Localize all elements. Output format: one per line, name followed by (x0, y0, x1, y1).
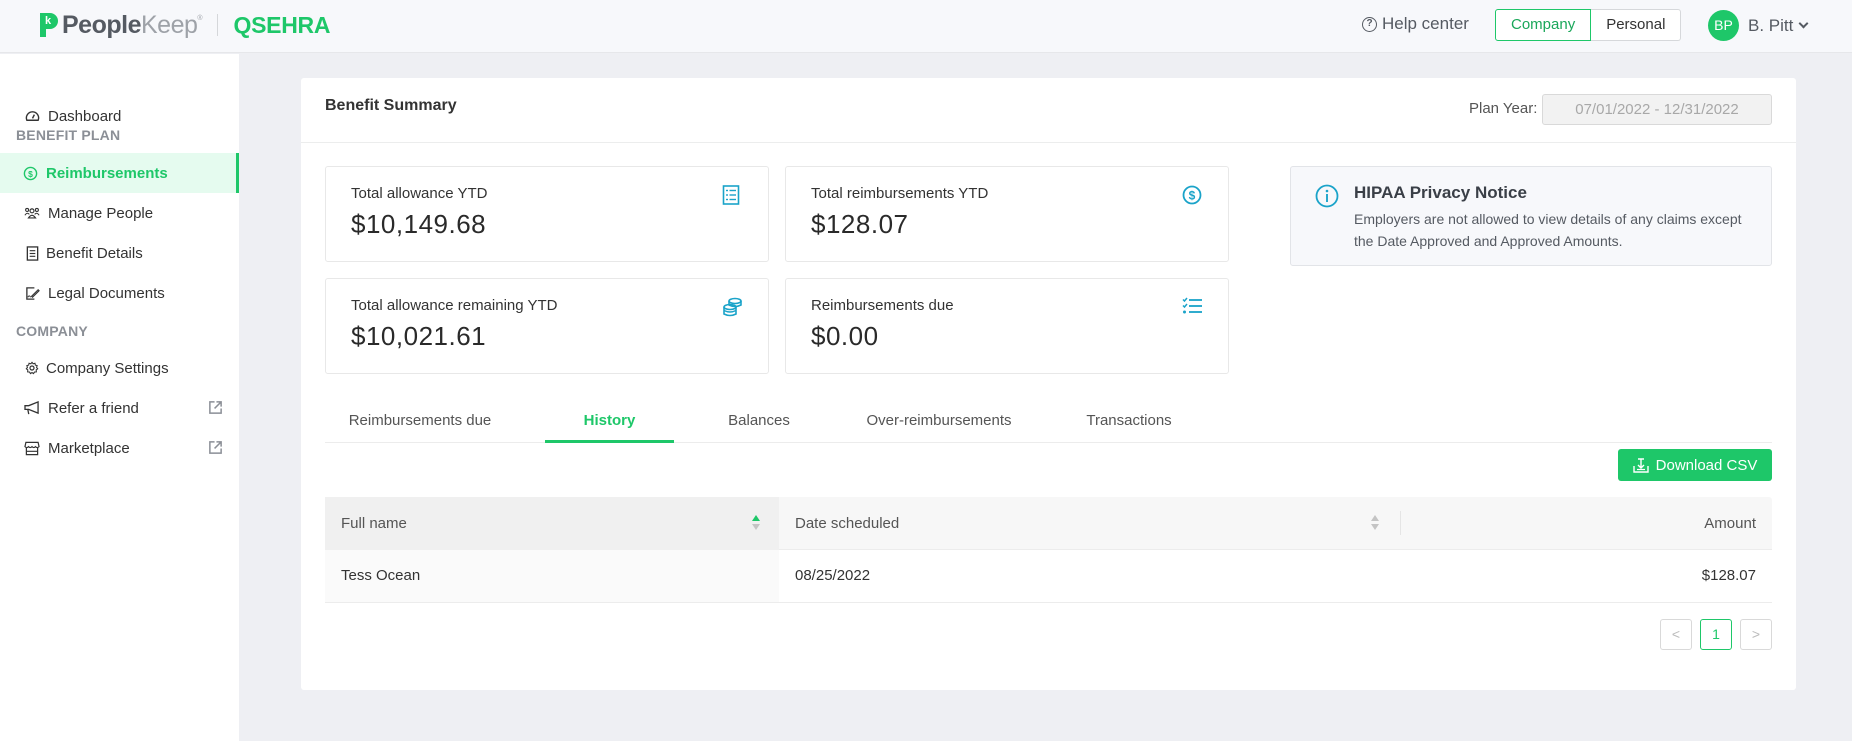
section-label-company: COMPANY (16, 323, 88, 339)
notice-text: Employers are not allowed to view detail… (1354, 211, 1742, 249)
external-link-icon (208, 400, 224, 416)
signed-document-icon (24, 285, 40, 301)
external-link-icon (208, 440, 224, 456)
column-header-date-scheduled[interactable]: Date scheduled (779, 497, 1399, 550)
sidebar-item-legal-documents[interactable]: Legal Documents (0, 273, 239, 313)
store-icon (24, 440, 40, 456)
dashboard-gauge-icon (24, 108, 40, 124)
history-table: Full name Date scheduled Amount Tess Oce… (325, 497, 1772, 603)
product-name: QSEHRA (233, 11, 331, 38)
user-menu[interactable]: BP B. Pitt (1708, 10, 1809, 41)
top-bar: k People Keep ® QSEHRA ? Help center Com… (0, 0, 1852, 53)
task-list-icon (1182, 297, 1202, 317)
page-1-button[interactable]: 1 (1700, 619, 1732, 650)
tab-bar: Reimbursements due History Balances Over… (325, 403, 1772, 443)
table-header: Full name Date scheduled Amount (325, 497, 1772, 550)
download-csv-button[interactable]: Download CSV (1618, 449, 1772, 481)
stat-value: $0.00 (811, 321, 879, 351)
prev-page-button[interactable]: < (1660, 619, 1692, 650)
help-center-label: Help center (1382, 14, 1469, 33)
stat-label: Total allowance YTD (351, 185, 488, 202)
checklist-document-icon (722, 185, 742, 205)
plan-year-select[interactable]: 07/01/2022 - 12/31/2022 (1542, 94, 1772, 125)
sidebar-item-reimbursements[interactable]: $ Reimbursements (0, 153, 239, 193)
sidebar-item-refer-a-friend[interactable]: Refer a friend (0, 388, 239, 428)
checklist-document-icon (24, 245, 40, 261)
dollar-circle-icon: $ (22, 165, 38, 181)
stat-label: Total allowance remaining YTD (351, 297, 558, 314)
cell-date-scheduled: 08/25/2022 (795, 567, 871, 584)
logo-text-people: People (62, 10, 141, 39)
mode-company-button[interactable]: Company (1495, 9, 1592, 41)
sort-icon[interactable] (1371, 515, 1380, 531)
stat-label: Total reimbursements YTD (811, 185, 989, 202)
registered-mark: ® (197, 15, 203, 22)
notice-title: HIPAA Privacy Notice (1354, 183, 1527, 202)
logo-text-keep: Keep (140, 10, 198, 39)
info-circle-icon (1315, 184, 1339, 208)
avatar: BP (1708, 10, 1739, 41)
sidebar-item-label: Manage People (48, 204, 154, 222)
cell-amount: $128.07 (1701, 567, 1756, 584)
sidebar-item-benefit-details[interactable]: Benefit Details (0, 233, 239, 273)
sidebar-item-label: Dashboard (48, 107, 122, 125)
table-row[interactable]: Tess Ocean 08/25/2022 $128.07 (325, 550, 1772, 603)
column-header-amount: Amount (1704, 515, 1756, 532)
download-icon (1632, 457, 1649, 473)
stat-reimbursements-due: Reimbursements due $0.00 (785, 278, 1229, 374)
stat-value: $10,021.61 (351, 321, 487, 351)
dollar-circle-icon: $ (1182, 185, 1202, 205)
tab-transactions[interactable]: Transactions (1069, 403, 1189, 443)
tab-over-reimbursements[interactable]: Over-reimbursements (844, 403, 1034, 443)
cell-full-name: Tess Ocean (325, 550, 779, 602)
megaphone-icon (24, 400, 40, 416)
tab-balances[interactable]: Balances (709, 403, 809, 443)
chevron-down-icon (1798, 18, 1809, 29)
question-circle-icon: ? (1362, 16, 1377, 32)
help-center-link[interactable]: ? Help center (1362, 14, 1469, 34)
page-title: Benefit Summary (325, 97, 457, 114)
gear-icon (24, 360, 40, 376)
stat-value: $128.07 (811, 209, 909, 239)
svg-text:$: $ (1189, 189, 1196, 203)
tab-reimbursements-due[interactable]: Reimbursements due (341, 403, 499, 443)
column-header-full-name[interactable]: Full name (325, 497, 779, 550)
stat-value: $10,149.68 (351, 209, 487, 239)
svg-text:$: $ (28, 168, 33, 178)
sidebar: Dashboard BENEFIT PLAN $ Reimbursements … (0, 54, 239, 741)
column-divider (1400, 511, 1401, 535)
sidebar-item-label: Marketplace (48, 439, 130, 457)
sidebar-item-label: Benefit Details (46, 244, 143, 262)
coins-stack-icon (722, 297, 742, 317)
logo-divider (216, 14, 218, 36)
mode-switch: Company Personal (1495, 9, 1682, 41)
sidebar-item-label: Refer a friend (48, 399, 139, 417)
sidebar-item-marketplace[interactable]: Marketplace (0, 428, 239, 468)
section-label-benefit-plan: BENEFIT PLAN (16, 127, 121, 143)
stat-label: Reimbursements due (811, 297, 954, 314)
mode-personal-button[interactable]: Personal (1591, 9, 1682, 41)
benefit-summary-card: Benefit Summary Plan Year: 07/01/2022 - … (301, 78, 1796, 690)
stat-total-reimbursements: Total reimbursements YTD $128.07 $ (785, 166, 1229, 262)
sidebar-item-manage-people[interactable]: Manage People (0, 193, 239, 233)
sort-ascending-icon[interactable] (752, 515, 761, 531)
card-header: Benefit Summary Plan Year: 07/01/2022 - … (301, 78, 1796, 143)
sidebar-item-company-settings[interactable]: Company Settings (0, 348, 239, 388)
stat-allowance-remaining: Total allowance remaining YTD $10,021.61 (325, 278, 769, 374)
user-name: B. Pitt (1748, 15, 1794, 35)
download-csv-label: Download CSV (1655, 456, 1758, 474)
sidebar-item-label: Legal Documents (48, 284, 165, 302)
stat-total-allowance: Total allowance YTD $10,149.68 (325, 166, 769, 262)
sidebar-item-label: Company Settings (46, 359, 169, 377)
sidebar-item-label: Reimbursements (46, 164, 168, 182)
logo-mark-icon: k (40, 13, 58, 37)
hipaa-notice: HIPAA Privacy Notice Employers are not a… (1290, 166, 1772, 266)
plan-year-label: Plan Year: (1469, 100, 1538, 117)
next-page-button[interactable]: > (1740, 619, 1772, 650)
tab-history[interactable]: History (545, 403, 674, 443)
peoplekeep-logo[interactable]: k People Keep ® QSEHRA (40, 10, 331, 39)
people-group-icon (24, 205, 40, 221)
